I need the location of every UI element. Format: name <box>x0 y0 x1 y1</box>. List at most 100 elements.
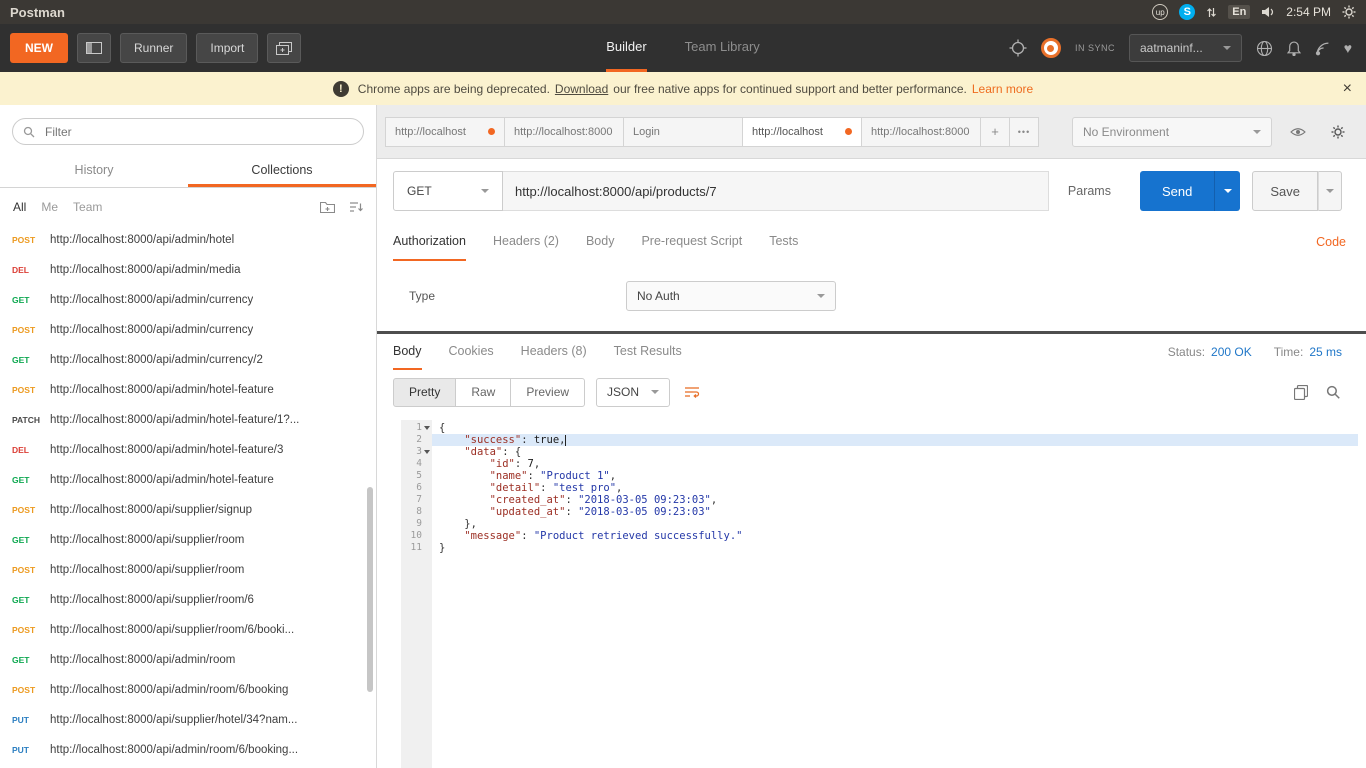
request-list-item[interactable]: DELhttp://localhost:8000/api/admin/hotel… <box>0 435 376 465</box>
environment-select[interactable]: No Environment <box>1072 117 1272 147</box>
request-list-item[interactable]: POSThttp://localhost:8000/api/supplier/r… <box>0 615 376 645</box>
scope-team[interactable]: Team <box>73 200 102 214</box>
request-tab-tests[interactable]: Tests <box>769 223 798 261</box>
copy-button[interactable] <box>1294 385 1308 400</box>
notifications-bell-icon[interactable] <box>1287 41 1301 56</box>
code-line[interactable]: "updated_at": "2018-03-05 09:23:03" <box>432 506 1358 518</box>
open-tab-label: http://localhost:8000 <box>871 126 971 138</box>
ubuntu-one-icon[interactable]: up <box>1152 4 1168 20</box>
params-button[interactable]: Params <box>1049 171 1130 211</box>
request-list-item[interactable]: PUThttp://localhost:8000/api/admin/room/… <box>0 735 376 765</box>
code-line[interactable]: { <box>432 422 1358 434</box>
download-link[interactable]: Download <box>555 82 608 96</box>
add-tab-button[interactable]: + <box>980 117 1010 147</box>
response-tab-headers-8[interactable]: Headers (8) <box>521 334 587 370</box>
request-list-item[interactable]: POSThttp://localhost:8000/api/admin/curr… <box>0 315 376 345</box>
code-line[interactable]: "id": 7, <box>432 458 1358 470</box>
request-list-item[interactable]: GEThttp://localhost:8000/api/admin/curre… <box>0 285 376 315</box>
scope-me[interactable]: Me <box>41 200 58 214</box>
view-mode-raw[interactable]: Raw <box>455 378 511 407</box>
open-tab-label: Login <box>633 126 733 138</box>
interceptor-icon[interactable] <box>1315 41 1330 56</box>
code-link[interactable]: Code <box>1316 235 1346 249</box>
sort-icon[interactable] <box>349 201 363 213</box>
request-list-item[interactable]: GEThttp://localhost:8000/api/supplier/ro… <box>0 525 376 555</box>
request-list-item[interactable]: GEThttp://localhost:8000/api/admin/curre… <box>0 345 376 375</box>
method-select[interactable]: GET <box>393 171 503 211</box>
filter-input[interactable] <box>12 118 364 145</box>
request-tab-authorization[interactable]: Authorization <box>393 223 466 261</box>
request-list-item[interactable]: DELhttp://localhost:8000/api/admin/media <box>0 255 376 285</box>
open-tab-label: http://localhost <box>395 126 484 138</box>
tab-collections[interactable]: Collections <box>188 155 376 187</box>
tab-history[interactable]: History <box>0 155 188 187</box>
search-response-button[interactable] <box>1326 385 1340 399</box>
request-list-item[interactable]: PATCHhttp://localhost:8000/api/admin/hot… <box>0 405 376 435</box>
open-tab[interactable]: http://localhost <box>742 117 862 147</box>
sync-status-icon[interactable] <box>1041 38 1061 58</box>
skype-icon[interactable]: S <box>1179 4 1195 20</box>
open-tab[interactable]: Login <box>623 117 743 147</box>
request-list-item[interactable]: GEThttp://localhost:8000/api/supplier/ro… <box>0 585 376 615</box>
environment-preview-button[interactable] <box>1284 118 1312 146</box>
response-tab-test-results[interactable]: Test Results <box>614 334 682 370</box>
scope-all[interactable]: All <box>13 200 26 214</box>
request-tab-headers-2[interactable]: Headers (2) <box>493 223 559 261</box>
send-options-button[interactable] <box>1214 171 1240 211</box>
new-collection-icon[interactable] <box>320 200 335 213</box>
volume-icon[interactable] <box>1261 6 1275 18</box>
format-select[interactable]: JSON <box>596 378 670 407</box>
response-tab-body[interactable]: Body <box>393 334 422 370</box>
code-line[interactable]: "message": "Product retrieved successful… <box>432 530 1358 542</box>
capture-requests-icon[interactable] <box>1009 39 1027 57</box>
wrap-text-button[interactable] <box>684 386 700 398</box>
url-input[interactable] <box>503 171 1049 211</box>
more-tabs-button[interactable]: ••• <box>1009 117 1039 147</box>
learn-more-link[interactable]: Learn more <box>972 82 1033 96</box>
sidebar-scrollbar[interactable] <box>367 487 373 692</box>
save-button[interactable]: Save <box>1252 171 1318 211</box>
fold-toggle-icon[interactable] <box>422 422 432 434</box>
account-menu[interactable]: aatmaninf... <box>1129 34 1242 62</box>
fold-toggle-icon[interactable] <box>422 446 432 458</box>
request-list-item[interactable]: POSThttp://localhost:8000/api/admin/room… <box>0 675 376 705</box>
request-list-item[interactable]: PUThttp://localhost:8000/api/supplier/ho… <box>0 705 376 735</box>
request-tab-pre-request-script[interactable]: Pre-request Script <box>641 223 742 261</box>
request-list-item[interactable]: GEThttp://localhost:8000/api/admin/room <box>0 645 376 675</box>
environment-settings-button[interactable] <box>1324 118 1352 146</box>
request-list-item[interactable]: POSThttp://localhost:8000/api/admin/hote… <box>0 225 376 255</box>
auth-type-select[interactable]: No Auth <box>626 281 836 311</box>
network-arrows-icon[interactable] <box>1206 7 1217 18</box>
send-button[interactable]: Send <box>1140 171 1214 211</box>
open-tab[interactable]: http://localhost <box>385 117 505 147</box>
code-line[interactable]: "success": true, <box>432 434 1358 446</box>
response-tab-cookies[interactable]: Cookies <box>449 334 494 370</box>
header-right: IN SYNC aatmaninf... ♥ <box>1009 24 1366 72</box>
clock[interactable]: 2:54 PM <box>1286 5 1331 19</box>
request-list-item[interactable]: POSThttp://localhost:8000/api/supplier/r… <box>0 555 376 585</box>
view-mode-pretty[interactable]: Pretty <box>393 378 456 407</box>
keyboard-indicator[interactable]: En <box>1228 5 1250 19</box>
fold-spacer <box>422 530 432 542</box>
heart-icon[interactable]: ♥ <box>1344 41 1352 55</box>
request-url-label: http://localhost:8000/api/supplier/signu… <box>50 504 252 516</box>
open-tab[interactable]: http://localhost:8000 <box>861 117 981 147</box>
code-line[interactable]: "data": { <box>432 446 1358 458</box>
code-line[interactable]: "detail": "test pro", <box>432 482 1358 494</box>
nav-team-library[interactable]: Team Library <box>685 24 760 72</box>
request-list-item[interactable]: GEThttp://localhost:8000/api/admin/hotel… <box>0 465 376 495</box>
code-line[interactable]: }, <box>432 518 1358 530</box>
request-tab-body[interactable]: Body <box>586 223 615 261</box>
code-line[interactable]: } <box>432 542 1358 554</box>
close-banner-icon[interactable]: × <box>1343 72 1352 105</box>
save-options-button[interactable] <box>1318 171 1342 211</box>
globe-icon[interactable] <box>1256 40 1273 57</box>
view-mode-preview[interactable]: Preview <box>510 378 585 407</box>
nav-builder[interactable]: Builder <box>606 24 646 72</box>
session-gear-icon[interactable] <box>1342 5 1356 19</box>
code-line[interactable]: "name": "Product 1", <box>432 470 1358 482</box>
open-tab[interactable]: http://localhost:8000 <box>504 117 624 147</box>
code-line[interactable]: "created_at": "2018-03-05 09:23:03", <box>432 494 1358 506</box>
request-list-item[interactable]: POSThttp://localhost:8000/api/admin/hote… <box>0 375 376 405</box>
request-list-item[interactable]: POSThttp://localhost:8000/api/supplier/s… <box>0 495 376 525</box>
